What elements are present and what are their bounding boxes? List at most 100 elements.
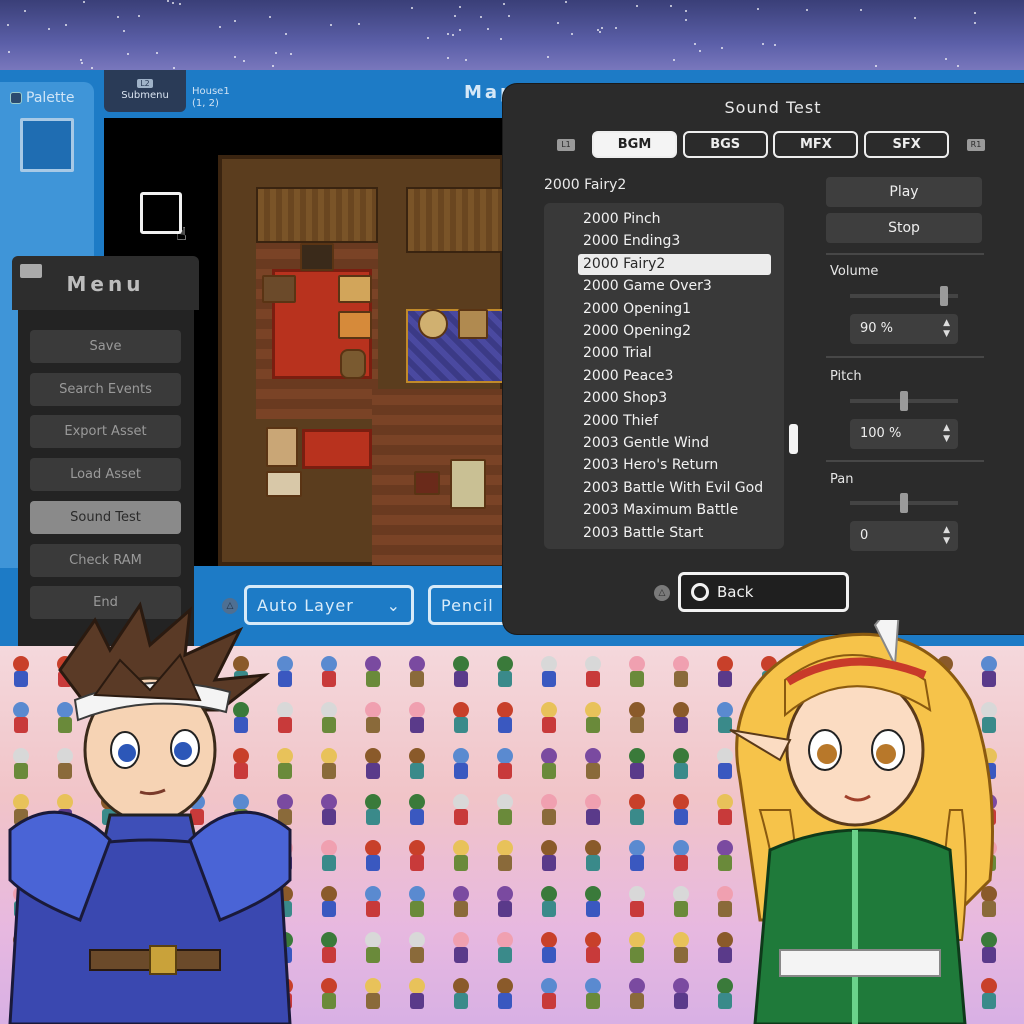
circle-button-icon xyxy=(691,583,709,601)
character-sprite xyxy=(580,932,606,966)
submenu-button[interactable]: L2 Submenu xyxy=(104,70,186,112)
character-sprite xyxy=(536,702,562,736)
barrel-tile xyxy=(340,349,366,379)
track-list-item[interactable]: 2000 Opening1 xyxy=(578,299,771,320)
menu-item-export-asset[interactable]: Export Asset xyxy=(30,415,181,449)
back-label: Back xyxy=(717,583,754,601)
map-room-tiles[interactable] xyxy=(218,155,506,566)
back-button[interactable]: Back xyxy=(678,572,849,612)
pitch-stepper[interactable]: 100 % ▲ ▼ xyxy=(850,419,958,449)
map-info: House1 (1, 2) xyxy=(192,86,230,110)
stepper-arrows-icon[interactable]: ▲ ▼ xyxy=(943,318,950,340)
character-sprite xyxy=(448,978,474,1012)
menu-item-check-ram[interactable]: Check RAM xyxy=(30,543,181,577)
character-sprite xyxy=(360,702,386,736)
tab-mfx[interactable]: MFX xyxy=(773,131,859,158)
character-sprite xyxy=(492,840,518,874)
character-sprite xyxy=(360,978,386,1012)
food-crate-tile xyxy=(338,275,372,303)
track-list-item[interactable]: 2000 Opening2 xyxy=(578,321,771,342)
character-sprite xyxy=(492,794,518,828)
character-sprite xyxy=(404,702,430,736)
wall-tiles xyxy=(406,187,506,253)
track-list-scrollbar[interactable] xyxy=(789,424,798,454)
track-list[interactable]: 2000 Pinch 2000 Ending3 2000 Fairy2 2000 Ga… xyxy=(544,203,784,549)
pitch-slider[interactable] xyxy=(850,391,958,411)
character-sprite xyxy=(668,978,694,1012)
track-list-item[interactable]: 2000 Game Over3 xyxy=(578,276,771,297)
volume-slider-knob[interactable] xyxy=(940,286,948,306)
pitch-label: Pitch xyxy=(830,369,862,384)
play-button[interactable]: Play xyxy=(826,177,982,207)
character-sprite xyxy=(448,656,474,690)
painting-tile xyxy=(414,471,440,495)
character-sprite xyxy=(316,794,342,828)
track-list-item[interactable]: 2003 Battle With Evil God xyxy=(578,478,771,499)
volume-slider[interactable] xyxy=(850,286,958,306)
character-sprite xyxy=(624,932,650,966)
character-sprite xyxy=(404,748,430,782)
tab-bgm[interactable]: BGM xyxy=(592,131,677,158)
character-sprite xyxy=(404,932,430,966)
menu-item-search-events[interactable]: Search Events xyxy=(30,372,181,406)
character-sprite xyxy=(492,886,518,920)
character-sprite xyxy=(624,702,650,736)
track-list-item[interactable]: 2000 Ending3 xyxy=(578,231,771,252)
table-tile xyxy=(418,309,448,339)
menu-item-save[interactable]: Save xyxy=(30,330,181,363)
pencil-tool-button[interactable]: Pencil xyxy=(428,585,508,625)
fireplace-tile xyxy=(300,243,334,271)
track-list-item[interactable]: 2003 Hero's Return xyxy=(578,455,771,476)
pan-stepper[interactable]: 0 ▲ ▼ xyxy=(850,521,958,551)
stop-button[interactable]: Stop xyxy=(826,213,982,243)
palette-tile-swatch[interactable] xyxy=(20,118,74,172)
character-sprite xyxy=(360,656,386,690)
character-sprite xyxy=(624,656,650,690)
pan-slider-knob[interactable] xyxy=(900,493,908,513)
l1-button-icon: L1 xyxy=(557,139,575,151)
character-sprite xyxy=(624,840,650,874)
statue-tile xyxy=(458,309,488,339)
character-sprite xyxy=(668,840,694,874)
character-sprite xyxy=(316,978,342,1012)
palette-button-icon xyxy=(10,92,22,104)
track-list-item[interactable]: 2003 Gentle Wind xyxy=(578,433,771,454)
sound-test-title: Sound Test xyxy=(724,98,822,117)
character-sprite xyxy=(492,656,518,690)
palette-label: Palette xyxy=(26,90,75,106)
character-sprite xyxy=(316,840,342,874)
divider xyxy=(826,460,984,462)
book-tile xyxy=(266,471,302,497)
divider xyxy=(826,253,984,255)
track-list-item[interactable]: 2000 Fairy2 xyxy=(578,253,771,275)
stepper-arrows-icon[interactable]: ▲ ▼ xyxy=(943,525,950,547)
pencil-tool-label: Pencil xyxy=(441,596,494,615)
character-sprite xyxy=(668,932,694,966)
track-list-item[interactable]: 2000 Peace3 xyxy=(578,366,771,387)
character-sprite xyxy=(580,794,606,828)
character-sprite xyxy=(668,794,694,828)
character-sprite xyxy=(360,840,386,874)
barrel-tile xyxy=(262,275,296,303)
pitch-slider-knob[interactable] xyxy=(900,391,908,411)
track-list-item[interactable]: 2003 Battle Start xyxy=(578,523,771,544)
volume-label: Volume xyxy=(830,264,879,279)
cursor-coords: (1, 2) xyxy=(192,98,219,109)
pan-slider[interactable] xyxy=(850,493,958,513)
volume-stepper[interactable]: 90 % ▲ ▼ xyxy=(850,314,958,344)
character-sprite xyxy=(536,794,562,828)
character-sprite xyxy=(316,932,342,966)
track-list-item[interactable]: 2000 Shop3 xyxy=(578,388,771,409)
stepper-arrows-icon[interactable]: ▲ ▼ xyxy=(943,423,950,445)
divider xyxy=(826,356,984,358)
character-sprite xyxy=(536,656,562,690)
track-list-item[interactable]: 2000 Trial xyxy=(578,343,771,364)
tab-sfx[interactable]: SFX xyxy=(864,131,950,158)
character-sprite xyxy=(536,932,562,966)
tab-bgs[interactable]: BGS xyxy=(682,131,768,158)
track-list-item[interactable]: 2000 Thief xyxy=(578,411,771,432)
track-list-item[interactable]: 2000 Pinch xyxy=(578,209,771,230)
menu-item-sound-test[interactable]: Sound Test xyxy=(30,500,181,534)
track-list-item[interactable]: 2003 Maximum Battle xyxy=(578,500,771,521)
menu-item-load-asset[interactable]: Load Asset xyxy=(30,458,181,492)
